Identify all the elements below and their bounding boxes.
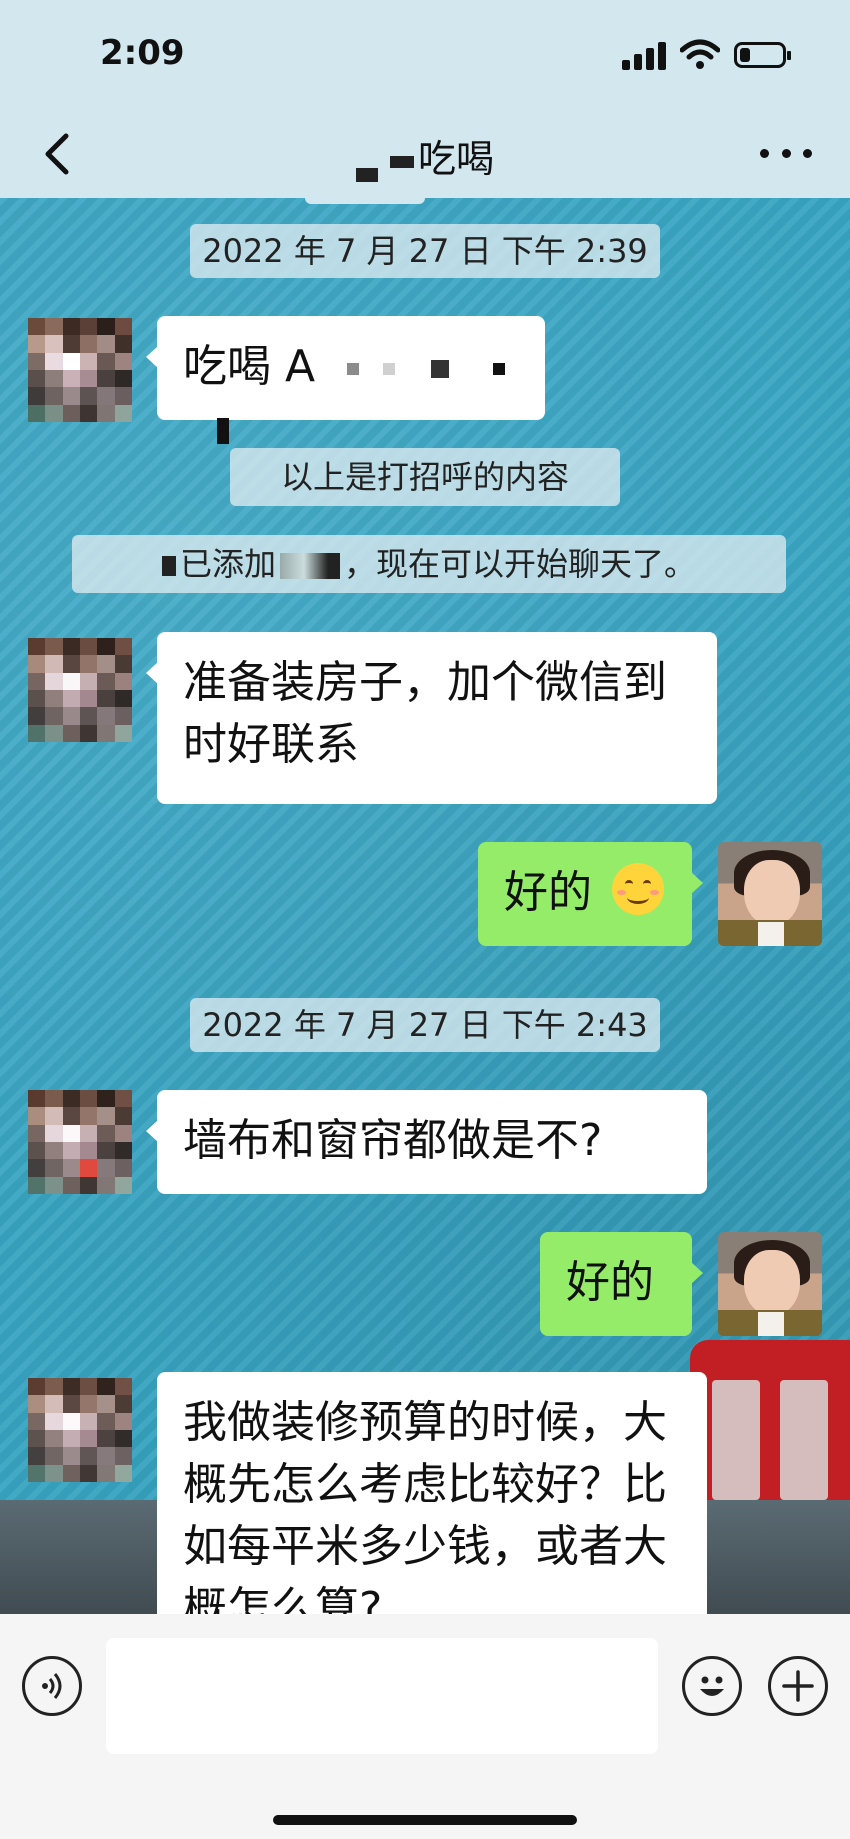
signal-icon: [622, 42, 666, 70]
avatar-contact[interactable]: [28, 1378, 132, 1482]
redacted-block: [355, 168, 378, 182]
message-text: 吃喝 A: [183, 341, 316, 392]
status-bar: 2:09: [0, 0, 850, 110]
system-added-prefix: 已添加: [179, 545, 276, 583]
message-text: 准备装房子，加个微信到时好联系: [183, 657, 667, 770]
message-bubble-reply1[interactable]: 好的: [478, 842, 703, 946]
avatar-contact[interactable]: [28, 638, 132, 742]
message-text: 墙布和窗帘都做是不?: [183, 1115, 603, 1166]
redacted-block: [493, 363, 506, 375]
chat-title: 吃喝: [0, 128, 850, 183]
voice-icon: [42, 1673, 62, 1699]
message-bubble-wall[interactable]: 墙布和窗帘都做是不?: [146, 1090, 707, 1194]
redacted-block: [161, 556, 176, 576]
input-bar: [0, 1614, 850, 1839]
plus-button[interactable]: [768, 1656, 828, 1716]
redacted-block: [347, 363, 360, 375]
nav-bar: 吃喝: [0, 110, 850, 198]
voice-button[interactable]: [22, 1656, 82, 1716]
message-bubble-reply2[interactable]: 好的: [540, 1232, 703, 1336]
redacted-block: [389, 156, 414, 168]
nav-notch: [305, 196, 425, 204]
battery-icon: [734, 42, 791, 68]
system-added-suffix: ，现在可以开始聊天了。: [344, 545, 697, 583]
redacted-block: [431, 360, 450, 378]
chat-title-text: 吃喝: [417, 137, 494, 181]
message-text: 好的: [566, 1257, 654, 1308]
battery-level: [740, 48, 750, 62]
avatar-contact[interactable]: [28, 1090, 132, 1194]
more-options-button[interactable]: [760, 140, 812, 166]
avatar-self[interactable]: [718, 842, 822, 946]
message-bubble-prepare[interactable]: 准备装房子，加个微信到时好联系: [146, 632, 717, 804]
plus-icon: [782, 1670, 814, 1702]
redacted-block: [383, 363, 396, 375]
redacted-block: [217, 418, 229, 444]
redacted-block: [280, 553, 340, 579]
timestamp: 2022 年 7 月 27 日 下午 2:39: [190, 224, 660, 278]
emoji-button[interactable]: [682, 1656, 742, 1716]
message-text: 我做装修预算的时候，大概先怎么考虑比较好？比如每平米多少钱，或者大概怎么算?: [183, 1397, 667, 1634]
system-added-note: 已添加 ，现在可以开始聊天了。: [72, 535, 786, 593]
message-text: 好的: [504, 867, 592, 918]
home-indicator: [273, 1815, 577, 1825]
avatar-contact[interactable]: [28, 318, 132, 422]
status-time: 2:09: [100, 33, 185, 73]
emoji-icon: [700, 1676, 724, 1696]
wifi-icon: [680, 39, 720, 69]
blush-smile-emoji-icon: [612, 863, 664, 915]
avatar-self[interactable]: [718, 1232, 822, 1336]
system-greeting-note: 以上是打招呼的内容: [230, 448, 620, 506]
message-input[interactable]: [106, 1638, 658, 1754]
message-bubble-greeting[interactable]: 吃喝 A: [146, 316, 545, 444]
timestamp: 2022 年 7 月 27 日 下午 2:43: [190, 998, 660, 1052]
